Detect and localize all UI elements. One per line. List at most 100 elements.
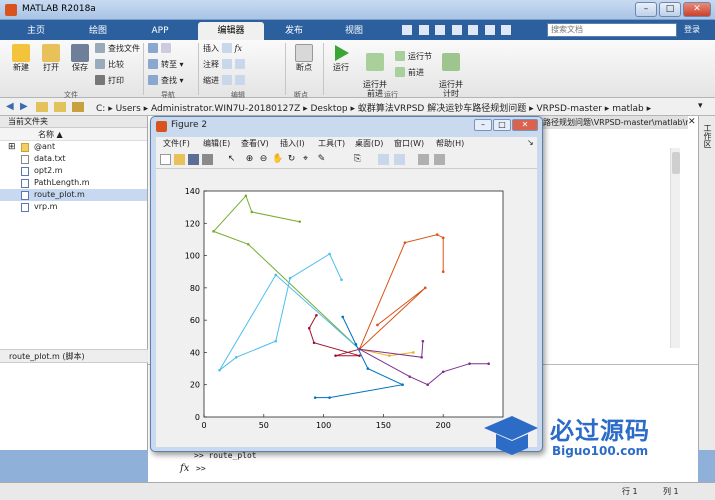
link-plot-icon[interactable]: ⎘ (352, 154, 363, 165)
expand-icon[interactable]: ⊞ (8, 141, 16, 153)
arrow-icon (148, 43, 158, 53)
figure-maximize-button[interactable]: □ (493, 119, 511, 131)
cut-quick-icon[interactable] (418, 25, 429, 35)
hide-plot-tools-icon[interactable] (418, 154, 429, 165)
tab-publish[interactable]: 发布 (266, 22, 322, 40)
editor-close-icon[interactable]: ✕ (688, 117, 696, 127)
find-files-button[interactable]: 查找文件 (95, 43, 140, 54)
list-item[interactable]: vrp.m (0, 201, 147, 213)
workspace-label[interactable]: 工作区 (702, 124, 713, 148)
menu-help[interactable]: 帮助(H) (436, 138, 464, 149)
menu-dock-icon[interactable]: ↘ (527, 138, 534, 147)
workspace-panel[interactable]: 工作区 (698, 116, 715, 450)
minimize-button[interactable]: – (635, 2, 657, 17)
list-item[interactable]: opt2.m (0, 165, 147, 177)
tab-plots[interactable]: 绘图 (70, 22, 126, 40)
crumb[interactable]: C: (96, 104, 105, 114)
redo-quick-icon[interactable] (484, 25, 495, 35)
save-figure-icon[interactable] (188, 154, 199, 165)
figure-close-button[interactable]: ✕ (512, 119, 538, 131)
list-item[interactable]: ⊞ @ant (0, 141, 147, 153)
compare-button[interactable]: 比较 (95, 59, 124, 70)
comment-button[interactable]: 注释 (203, 59, 248, 70)
colorbar-icon[interactable] (378, 154, 389, 165)
zoom-out-icon[interactable]: ⊖ (258, 154, 269, 165)
pan-icon[interactable]: ✋ (272, 154, 283, 165)
command-prompt[interactable]: >> (196, 464, 206, 473)
path-dropdown-icon[interactable]: ▾ (698, 101, 703, 111)
figure-minimize-button[interactable]: – (474, 119, 492, 131)
menu-file[interactable]: 文件(F) (163, 138, 190, 149)
new-button[interactable]: 新建 (7, 44, 35, 73)
print-button[interactable]: 打印 (95, 75, 124, 86)
breadcrumb[interactable]: C: ▸ Users ▸ Administrator.WIN7U-2018012… (96, 101, 651, 114)
advance-button[interactable]: 前进 (395, 67, 424, 78)
editor-scrollbar[interactable] (670, 148, 680, 348)
x-tick-label: 150 (376, 421, 391, 430)
back-arrow-icon[interactable]: ◀ (6, 101, 14, 112)
menu-tools[interactable]: 工具(T) (318, 138, 345, 149)
menu-insert[interactable]: 插入(I) (280, 138, 305, 149)
save-quick-icon[interactable] (402, 25, 412, 35)
search-docs-input[interactable]: 搜索文档 (547, 23, 677, 37)
crumb[interactable]: VRPSD-master (536, 104, 601, 114)
tab-home[interactable]: 主页 (8, 22, 64, 40)
run-section-button[interactable]: 运行节 (395, 51, 432, 62)
address-bar: ◀ ▶ C: ▸ Users ▸ Administrator.WIN7U-201… (0, 98, 715, 116)
undo-quick-icon[interactable] (468, 25, 479, 35)
crumb[interactable]: Desktop (311, 104, 348, 114)
tab-view[interactable]: 视图 (326, 22, 382, 40)
crumb[interactable]: 蚁群算法VRPSD 解决运钞车路径规划问题 (358, 104, 526, 114)
figure-window[interactable]: Figure 2 – □ ✕ 文件(F) 编辑(E) 查看(V) 插入(I) 工… (150, 116, 543, 452)
run-and-time-button[interactable]: 运行并 计时 (436, 44, 466, 98)
paste-quick-icon[interactable] (451, 25, 462, 35)
close-button[interactable]: ✕ (683, 2, 711, 17)
brush-icon[interactable]: ✎ (316, 154, 327, 165)
edit-plot-icon[interactable]: ↖ (226, 154, 237, 165)
crumb[interactable]: Administrator.WIN7U-20180127Z (151, 104, 300, 114)
new-figure-icon[interactable] (160, 154, 171, 165)
insert-button[interactable]: 插入 fx (203, 43, 242, 54)
list-item-selected[interactable]: route_plot.m (0, 189, 147, 201)
scrollbar-thumb[interactable] (672, 152, 680, 174)
open-folder-icon (42, 44, 60, 62)
crumb[interactable]: matlab (612, 104, 644, 114)
back-forward-button[interactable] (148, 43, 174, 53)
data-cursor-icon[interactable]: ⌖ (300, 154, 311, 165)
menu-window[interactable]: 窗口(W) (394, 138, 424, 149)
breakpoints-button[interactable]: 断点 (290, 44, 318, 73)
maximize-button[interactable]: □ (659, 2, 681, 17)
goto-icon (148, 59, 158, 69)
browse-folder-icon[interactable] (54, 102, 66, 112)
goto-button[interactable]: 转至 ▾ (148, 59, 184, 70)
list-item[interactable]: data.txt (0, 153, 147, 165)
forward-arrow-icon[interactable]: ▶ (20, 101, 28, 112)
menu-desktop[interactable]: 桌面(D) (355, 138, 383, 149)
column-header-name[interactable]: 名称 ▲ (0, 128, 147, 141)
up-folder-icon[interactable] (36, 102, 48, 112)
find-button[interactable]: 查找 ▾ (148, 75, 184, 86)
open-button[interactable]: 打开 (37, 44, 65, 73)
crumb[interactable]: Users (116, 104, 141, 114)
menu-view[interactable]: 查看(V) (241, 138, 269, 149)
save-button[interactable]: 保存 (66, 44, 94, 73)
legend-icon[interactable] (394, 154, 405, 165)
zoom-in-icon[interactable]: ⊕ (244, 154, 255, 165)
fx-icon[interactable]: fx (235, 44, 242, 53)
menu-edit[interactable]: 编辑(E) (203, 138, 230, 149)
matlab-logo-icon (5, 4, 17, 16)
indent-button[interactable]: 缩进 (203, 75, 248, 86)
copy-quick-icon[interactable] (435, 25, 446, 35)
list-item[interactable]: PathLength.m (0, 177, 147, 189)
run-button[interactable]: 运行 (328, 44, 354, 73)
login-link[interactable]: 登录 (684, 24, 700, 35)
tab-editor[interactable]: 编辑器 (198, 22, 264, 40)
rotate-3d-icon[interactable]: ↻ (286, 154, 297, 165)
help-quick-icon[interactable] (501, 25, 512, 35)
editor-tab[interactable]: 路径规划问题\VRPSD-master\matlab\route_plot.m (540, 116, 688, 129)
print-figure-icon[interactable] (202, 154, 213, 165)
open-file-icon[interactable] (174, 154, 185, 165)
fx-icon[interactable]: fx (180, 463, 189, 474)
show-plot-tools-icon[interactable] (434, 154, 445, 165)
tab-apps[interactable]: APP (132, 22, 188, 40)
